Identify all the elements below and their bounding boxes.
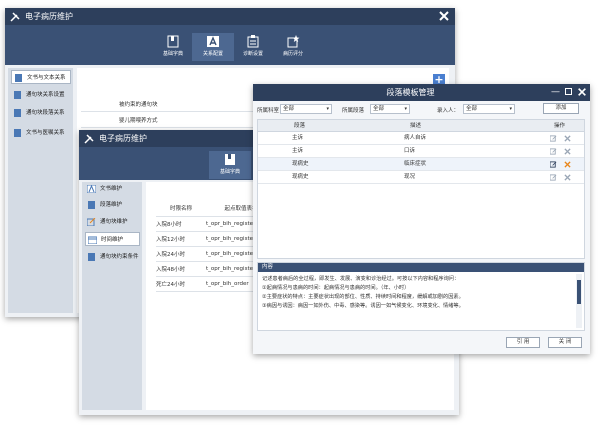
author-filter-select[interactable]: 全部 ▾ [463, 104, 515, 114]
table-row[interactable]: 主诉 口诉 [258, 145, 584, 158]
toolbar-relation-config[interactable]: 关系配置 [192, 33, 234, 61]
add-template-button[interactable]: 添加 [543, 103, 579, 114]
toolbar-record-score[interactable]: 病历评分 [272, 33, 314, 61]
sidebar-item-paragraph-maint[interactable]: 段落维护 [85, 198, 140, 212]
quote-button[interactable]: 引 用 [506, 337, 540, 348]
restore-icon[interactable] [565, 88, 572, 95]
doc-icon [15, 74, 22, 82]
letter-a-icon [207, 36, 219, 47]
filter-bar: 所属科室 全部 ▾ 所属段落 全部 ▾ 录入人： 全部 ▾ 添加 [253, 103, 590, 117]
sidebar-item-block-constraint[interactable]: 通句块约束条件 [85, 250, 140, 264]
close-icon[interactable] [577, 87, 587, 97]
chevron-down-icon: ▾ [404, 106, 407, 112]
dept-filter-label: 所属科室 [257, 108, 280, 114]
doc-icon [14, 129, 21, 137]
dept-filter-select[interactable]: 全部 ▾ [280, 104, 332, 114]
close-icon[interactable] [438, 10, 450, 22]
mid-window-sidebar: 文书维护 段落维护 通句块维护 时间维护 通句块约束条件 [82, 182, 142, 410]
book-icon [88, 201, 95, 209]
content-header: 内容 [258, 263, 584, 272]
mid-window-title: 电子病历维护 [99, 134, 147, 143]
close-button[interactable]: 关 闭 [548, 337, 582, 348]
back-window-toolbar: 基础字典 关系配置 诊断设置 病历评分 [5, 25, 455, 65]
sidebar-item-block-paragraph[interactable]: 通句块段落关系 [11, 106, 71, 120]
table-row[interactable]: 主诉 病人自诉 [258, 132, 584, 145]
edit-icon [87, 218, 96, 226]
tools-icon [84, 134, 94, 144]
author-filter-label: 录入人： [437, 108, 460, 114]
back-window-title: 电子病历维护 [25, 12, 73, 21]
content-panel: 内容 记述患者病后的全过程，即发生、发展、演变和诊治经过。可按以下内容和程序询问… [257, 262, 585, 331]
sidebar-item-doc-text[interactable]: 文书与文本关系 [11, 70, 71, 84]
content-scrollbar[interactable] [576, 274, 582, 328]
toolbar-basic-dict[interactable]: 基础字典 [209, 151, 251, 179]
paragraph-template-dialog: 段落模板管理 — 所属科室 全部 ▾ 所属段落 全部 ▾ 录入人： 全部 ▾ 添… [253, 84, 590, 354]
edit-icon[interactable] [550, 148, 557, 155]
table-row[interactable]: 现病史 现况 [258, 171, 584, 184]
dialog-title: 段落模板管理 [386, 88, 435, 97]
toolbar-basic-dict[interactable]: 基础字典 [152, 33, 194, 61]
delete-icon[interactable] [564, 161, 571, 168]
doc-icon [14, 91, 21, 99]
edit-icon[interactable] [550, 135, 557, 142]
letter-a-icon [87, 185, 96, 193]
sidebar-item-doc-maint[interactable]: 文书维护 [85, 182, 140, 196]
delete-icon[interactable] [564, 148, 571, 155]
book-icon [167, 35, 179, 48]
toolbar-diagnosis-settings[interactable]: 诊断设置 [232, 33, 274, 61]
scrollbar-thumb[interactable] [577, 280, 581, 304]
delete-icon[interactable] [564, 174, 571, 181]
section-filter-label: 所属段落 [342, 108, 365, 114]
chevron-down-icon: ▾ [509, 106, 512, 112]
tools-icon [10, 12, 20, 22]
table-header: 段落 描述 操作 [258, 120, 584, 132]
edit-icon[interactable] [550, 161, 557, 168]
sidebar-item-doc-order[interactable]: 文书与医嘱关系 [11, 126, 71, 140]
back-window-sidebar: 文书与文本关系 通句块关系设置 通句块段落关系 文书与医嘱关系 [8, 68, 73, 313]
dialog-titlebar: 段落模板管理 — [253, 84, 590, 101]
back-window-titlebar: 电子病历维护 [5, 8, 455, 25]
sidebar-item-time-maint[interactable]: 时间维护 [85, 232, 140, 246]
book-icon [225, 154, 235, 165]
doc-icon [88, 253, 95, 261]
table-row[interactable]: 现病史 临床症状 [258, 158, 584, 171]
clipboard-icon [247, 35, 259, 48]
doc-icon [14, 109, 21, 117]
minimize-icon[interactable]: — [551, 84, 560, 101]
section-filter-select[interactable]: 全部 ▾ [370, 104, 410, 114]
sidebar-item-block-settings[interactable]: 通句块关系设置 [11, 88, 71, 102]
edit-icon[interactable] [550, 174, 557, 181]
star-doc-icon [287, 35, 300, 48]
delete-icon[interactable] [564, 135, 571, 142]
chevron-down-icon: ▾ [326, 106, 329, 112]
content-text[interactable]: 记述患者病后的全过程，即发生、发展、演变和诊治经过。可按以下内容和程序询问： ①… [262, 275, 570, 311]
calendar-icon [88, 236, 97, 244]
template-table: 段落 描述 操作 主诉 病人自诉 主诉 口诉 现病史 临床症状 现病史 现况 [257, 119, 585, 259]
sidebar-item-block-maint[interactable]: 通句块维护 [85, 215, 140, 229]
